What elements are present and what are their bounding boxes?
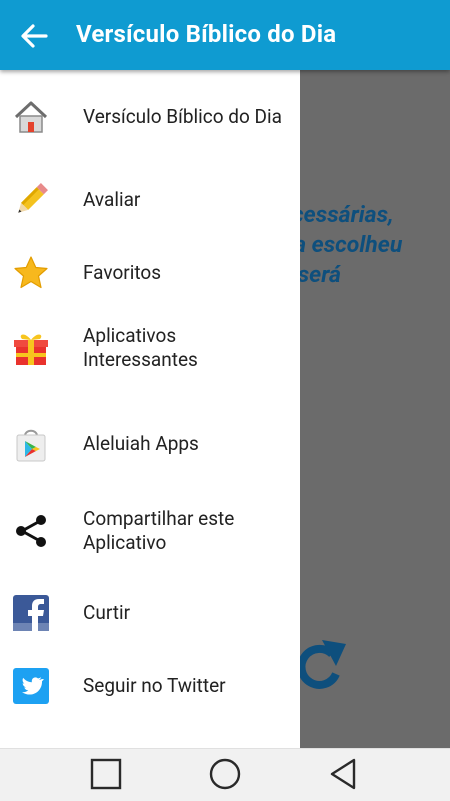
menu-item-label: Versículo Bíblico do Dia xyxy=(83,105,282,128)
navigation-drawer: Versículo Bíblico do Dia Avaliar Favorit… xyxy=(0,70,300,748)
twitter-icon xyxy=(13,668,49,704)
back-button[interactable] xyxy=(324,757,364,793)
menu-item-label: Compartilhar este Aplicativo xyxy=(83,507,235,554)
star-icon xyxy=(14,256,48,289)
play-store-icon xyxy=(16,429,46,462)
menu-item-label: Aleluiah Apps xyxy=(83,432,199,455)
menu-item-label: Seguir no Twitter xyxy=(83,674,226,697)
menu-item-like[interactable]: Curtir xyxy=(0,577,300,649)
back-arrow-icon[interactable] xyxy=(16,18,52,54)
home-button[interactable] xyxy=(205,757,245,793)
recents-button[interactable] xyxy=(86,757,126,793)
pencil-icon xyxy=(18,183,48,213)
menu-item-aleluiah-apps[interactable]: Aleluiah Apps xyxy=(0,408,300,480)
app-title: Versículo Bíblico do Dia xyxy=(76,20,337,48)
system-navigation-bar xyxy=(0,748,450,801)
menu-item-label: Aplicativos Interessantes xyxy=(83,324,198,371)
menu-item-follow-twitter[interactable]: Seguir no Twitter xyxy=(0,650,300,722)
menu-item-verse-of-day[interactable]: Versículo Bíblico do Dia xyxy=(0,80,300,154)
menu-item-share-app[interactable]: Compartilhar este Aplicativo xyxy=(0,492,300,570)
menu-item-favorites[interactable]: Favoritos xyxy=(0,237,300,309)
menu-item-label: Avaliar xyxy=(83,188,141,211)
menu-item-interesting-apps[interactable]: Aplicativos Interessantes xyxy=(0,309,300,387)
menu-item-label: Favoritos xyxy=(83,261,162,284)
facebook-icon xyxy=(13,595,49,631)
menu-item-rate[interactable]: Avaliar xyxy=(0,164,300,236)
refresh-icon[interactable] xyxy=(292,636,348,696)
gift-icon xyxy=(14,334,48,365)
share-icon xyxy=(16,515,46,547)
home-icon xyxy=(14,101,48,133)
menu-item-label: Curtir xyxy=(83,601,131,624)
app-bar: Versículo Bíblico do Dia xyxy=(0,0,450,70)
